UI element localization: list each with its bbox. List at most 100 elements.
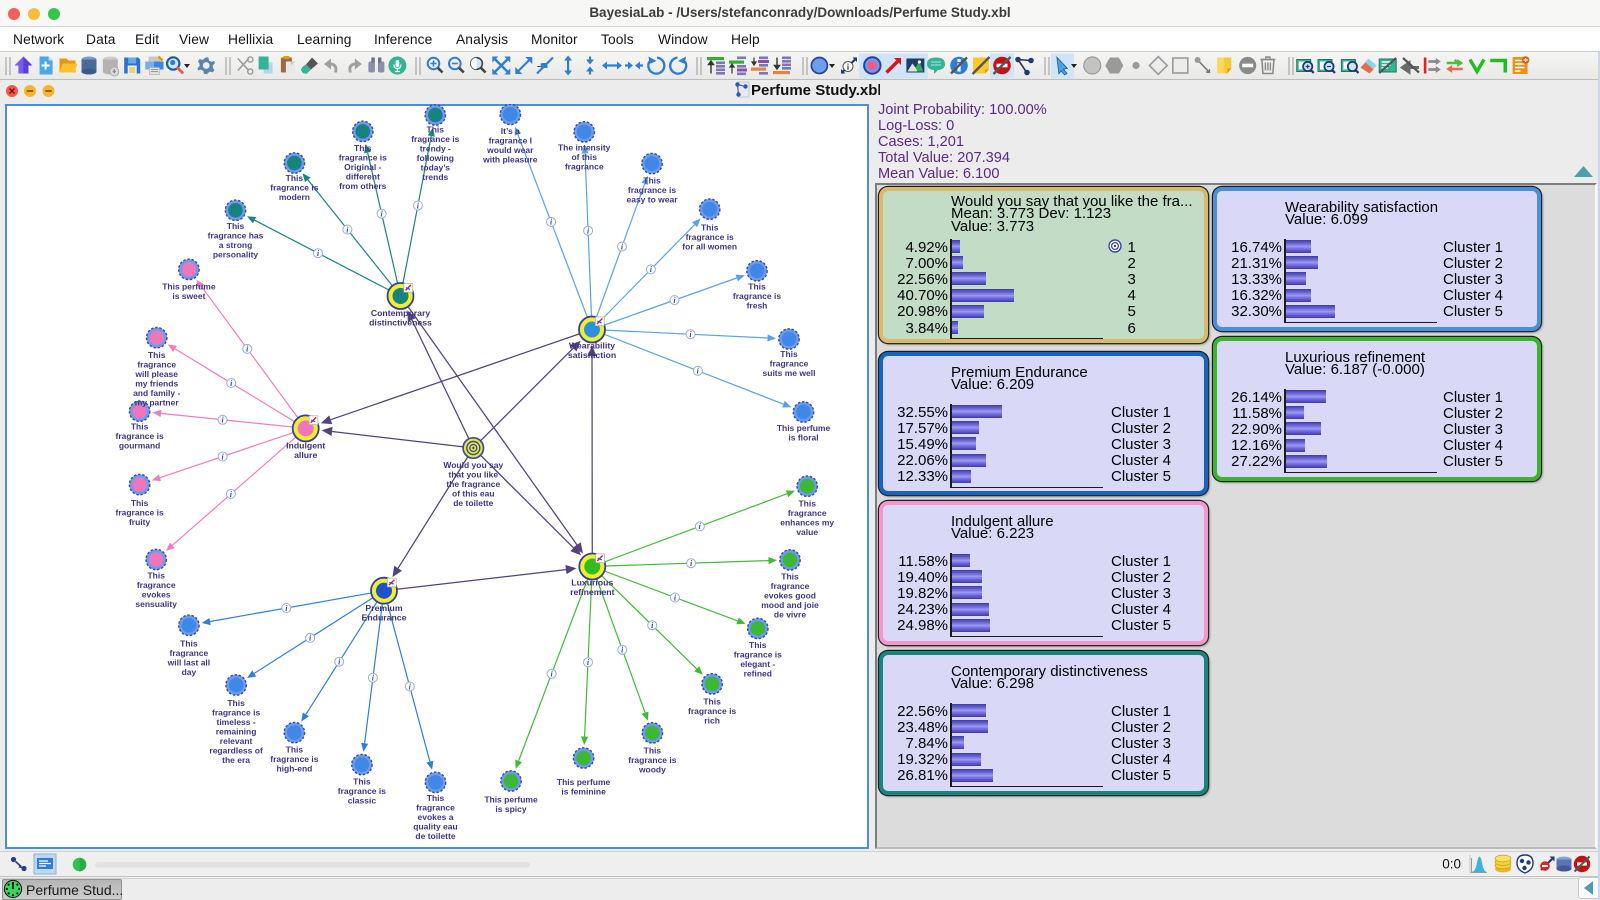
svg-text:de toilette: de toilette <box>453 498 493 508</box>
svg-text:fragrance: fragrance <box>416 803 455 813</box>
svg-text:Original -: Original - <box>344 162 381 172</box>
svg-text:and family -: and family - <box>133 388 180 398</box>
svg-text:relevant: relevant <box>220 736 253 746</box>
svg-text:Indulgent: Indulgent <box>286 440 325 450</box>
svg-text:enhances my: enhances my <box>780 518 834 528</box>
svg-text:fragrance is: fragrance is <box>688 706 736 716</box>
svg-text:This: This <box>781 571 799 581</box>
svg-text:The intensity: The intensity <box>558 143 611 153</box>
svg-text:regardless of: regardless of <box>209 746 263 756</box>
svg-text:for all women: for all women <box>682 241 737 251</box>
svg-text:fragrance is: fragrance is <box>686 232 734 242</box>
svg-text:refinement: refinement <box>570 587 615 597</box>
svg-text:Would you say: Would you say <box>443 460 503 470</box>
svg-text:fragrance: fragrance <box>137 580 176 590</box>
svg-text:This: This <box>643 175 661 185</box>
svg-text:This perfume: This perfume <box>557 777 611 787</box>
svg-text:is sweet: is sweet <box>172 291 205 301</box>
svg-text:fragrance: fragrance <box>770 359 809 369</box>
svg-text:fragrance is: fragrance is <box>734 650 782 660</box>
svg-text:fragrance: fragrance <box>565 162 604 172</box>
svg-text:my friends: my friends <box>135 379 178 389</box>
svg-text:This: This <box>131 422 149 432</box>
svg-text:evokes good: evokes good <box>764 590 816 600</box>
svg-text:fragrance is: fragrance is <box>628 755 676 765</box>
svg-text:is spicy: is spicy <box>495 804 526 814</box>
svg-text:fragrance: fragrance <box>170 648 209 658</box>
svg-text:fresh: fresh <box>747 300 768 310</box>
svg-text:This: This <box>227 698 245 708</box>
svg-text:Wearability: Wearability <box>569 341 615 351</box>
svg-text:fragrance is: fragrance is <box>115 507 163 517</box>
svg-text:following: following <box>417 153 454 163</box>
svg-text:would wear: would wear <box>486 145 534 155</box>
svg-text:It’s a: It’s a <box>501 126 520 136</box>
svg-text:a strong: a strong <box>219 240 253 250</box>
svg-text:high-end: high-end <box>276 764 312 774</box>
svg-text:easy to wear: easy to wear <box>626 194 678 204</box>
svg-text:elegant -: elegant - <box>740 659 775 669</box>
svg-text:evokes: evokes <box>142 589 171 599</box>
svg-text:quality eau: quality eau <box>413 822 457 832</box>
svg-text:fragrance is: fragrance is <box>733 291 781 301</box>
svg-text:fragrance is: fragrance is <box>270 754 318 764</box>
svg-text:mood and joie: mood and joie <box>761 600 819 610</box>
svg-text:evokes a: evokes a <box>418 812 454 822</box>
svg-text:This: This <box>148 350 166 360</box>
svg-text:This perfume: This perfume <box>162 281 216 291</box>
svg-text:Contemporary: Contemporary <box>371 308 431 318</box>
svg-text:will please: will please <box>134 369 178 379</box>
svg-text:Endurance: Endurance <box>362 613 407 623</box>
svg-text:of this: of this <box>571 152 597 162</box>
svg-text:gourmand: gourmand <box>119 441 161 451</box>
svg-text:the fragrance: the fragrance <box>446 479 500 489</box>
svg-text:personality: personality <box>213 250 259 260</box>
svg-text:with pleasure: with pleasure <box>482 154 538 164</box>
svg-text:value: value <box>796 527 818 537</box>
svg-text:0:0: 0:0 <box>1442 857 1461 872</box>
svg-text:This: This <box>644 745 662 755</box>
svg-text:fragrance: fragrance <box>788 508 827 518</box>
svg-text:fragrance is: fragrance is <box>338 786 386 796</box>
svg-text:classic: classic <box>348 796 377 806</box>
svg-text:This: This <box>286 745 304 755</box>
svg-text:different: different <box>346 172 380 182</box>
svg-text:of this eau: of this eau <box>452 489 495 499</box>
svg-text:refined: refined <box>744 669 772 679</box>
svg-text:fragrance has: fragrance has <box>208 231 264 241</box>
svg-text:today’s: today’s <box>421 162 451 172</box>
svg-text:fragrance is: fragrance is <box>339 153 387 163</box>
svg-text:de toilette: de toilette <box>415 831 455 841</box>
svg-text:remaining: remaining <box>216 727 257 737</box>
svg-text:trendy -: trendy - <box>420 143 451 153</box>
svg-text:This: This <box>427 793 445 803</box>
svg-text:trends: trends <box>422 172 448 182</box>
svg-text:distinctiveness: distinctiveness <box>369 317 432 327</box>
svg-text:suits me well: suits me well <box>763 368 816 378</box>
svg-text:This: This <box>748 281 766 291</box>
svg-text:fragrance is: fragrance is <box>411 134 459 144</box>
svg-text:fragrance is: fragrance is <box>212 708 260 718</box>
svg-text:This: This <box>180 639 198 649</box>
svg-text:fragrance: fragrance <box>137 360 176 370</box>
svg-text:day: day <box>182 667 197 677</box>
svg-text:modern: modern <box>279 192 310 202</box>
svg-text:from others: from others <box>339 181 387 191</box>
svg-text:This: This <box>353 777 371 787</box>
svg-text:This: This <box>354 143 372 153</box>
svg-text:that you like: that you like <box>449 470 499 480</box>
svg-text:This: This <box>701 222 719 232</box>
svg-text:de vivre: de vivre <box>774 609 806 619</box>
svg-text:This perfume: This perfume <box>484 794 538 804</box>
svg-text:fragrance: fragrance <box>771 581 810 591</box>
svg-text:sensuality: sensuality <box>135 599 177 609</box>
svg-text:fruity: fruity <box>129 517 151 527</box>
svg-text:allure: allure <box>294 450 317 460</box>
svg-text:is floral: is floral <box>788 433 818 443</box>
svg-text:Luxurious: Luxurious <box>571 578 613 588</box>
svg-text:fragrance is: fragrance is <box>270 183 318 193</box>
svg-text:the era: the era <box>222 755 250 765</box>
svg-text:This: This <box>131 498 149 508</box>
svg-text:This perfume: This perfume <box>777 423 831 433</box>
svg-text:This: This <box>286 173 304 183</box>
